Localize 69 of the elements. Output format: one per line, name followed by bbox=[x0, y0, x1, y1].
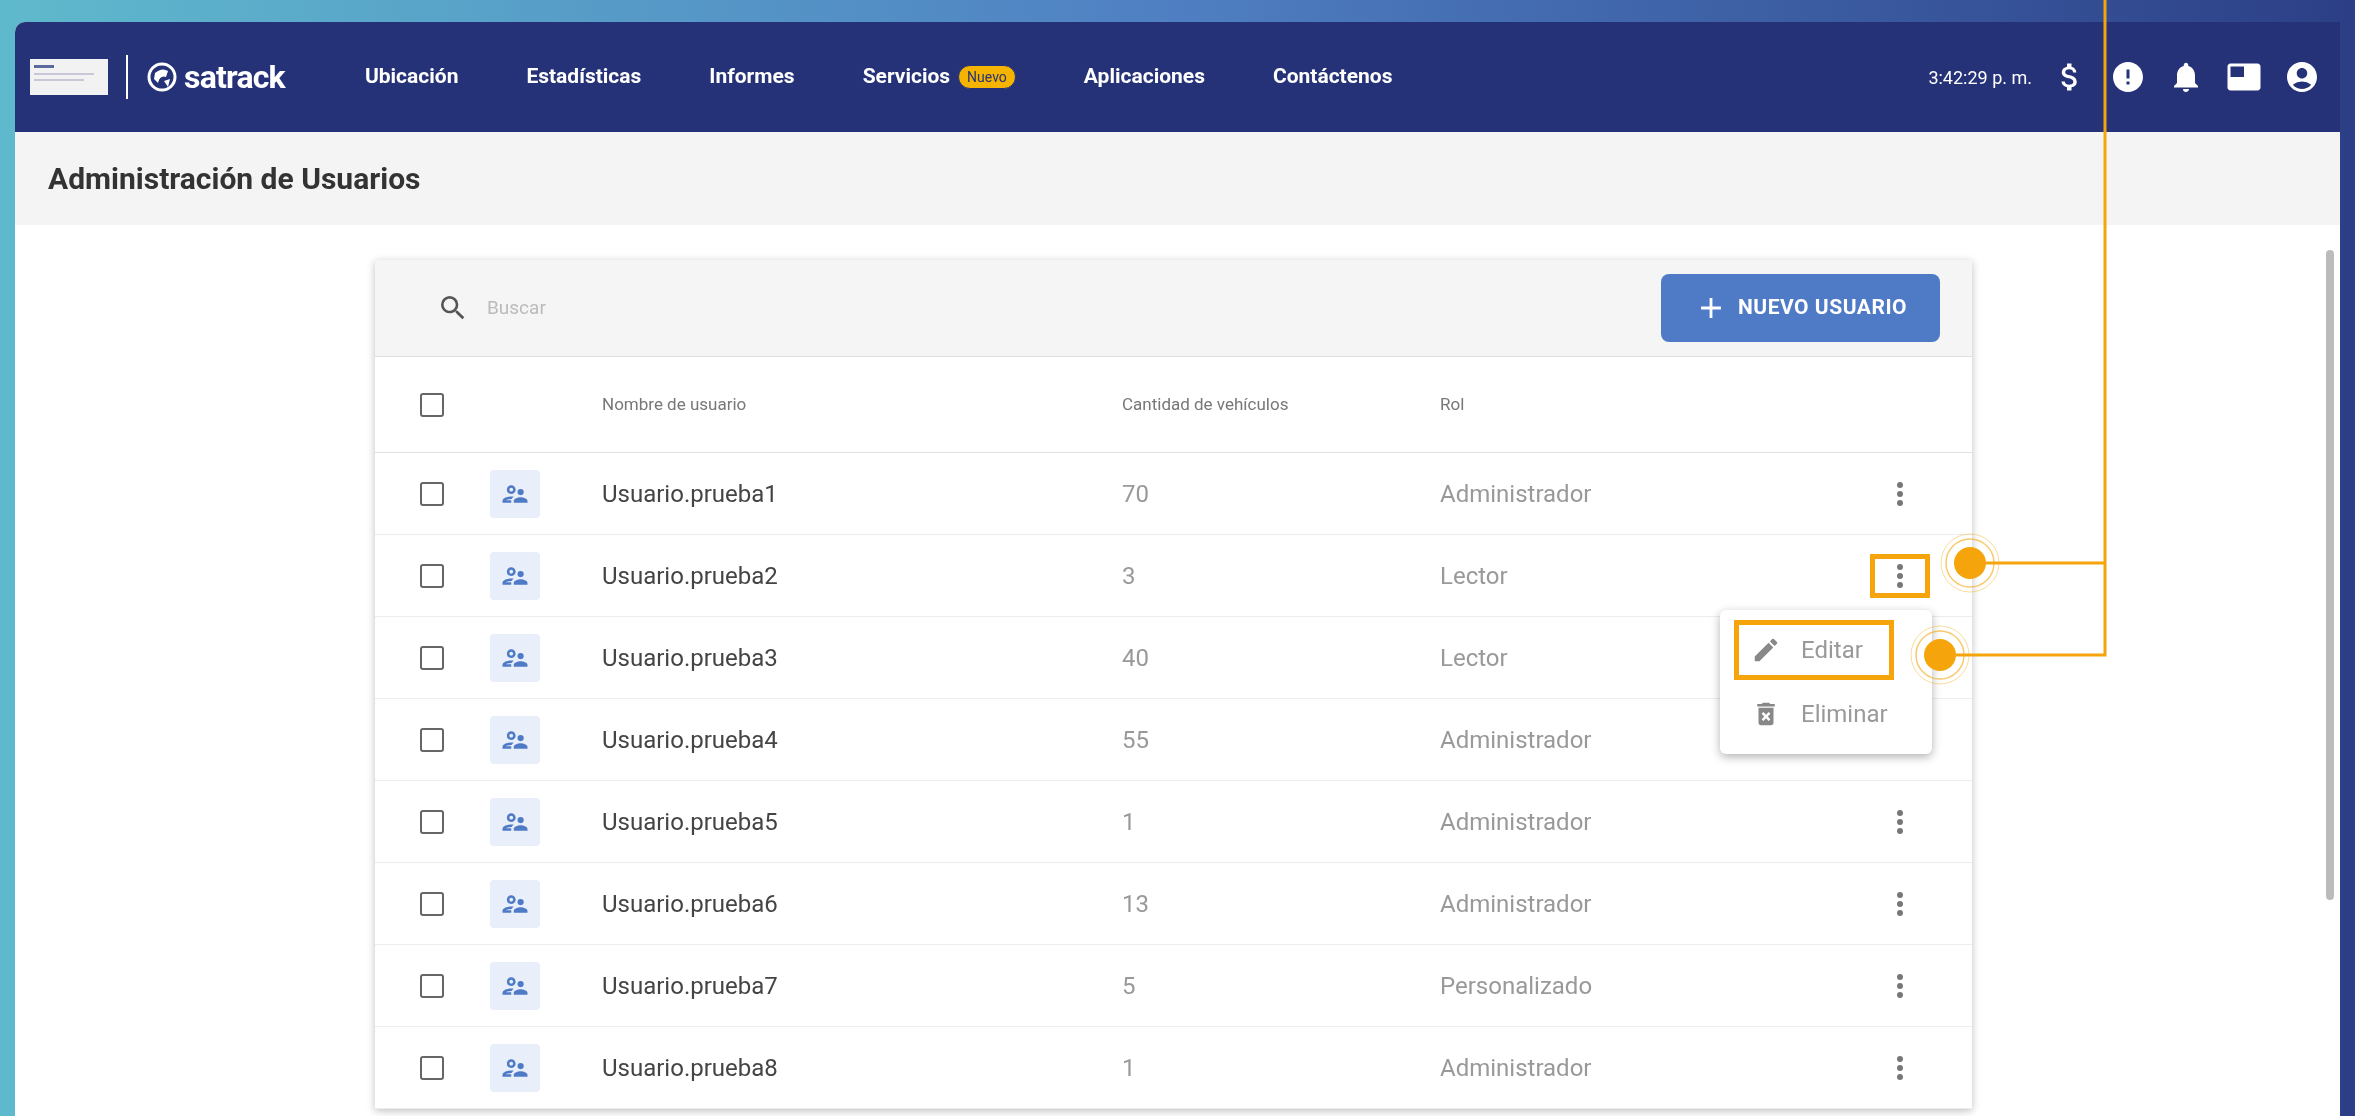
more-options-button[interactable] bbox=[1870, 553, 1930, 598]
checkbox[interactable] bbox=[420, 392, 444, 417]
column-header: Cantidad de vehículos bbox=[1122, 392, 1290, 416]
globe-logo-icon bbox=[146, 61, 178, 93]
table-cell-text: Administrador bbox=[1440, 478, 1592, 510]
table-cell-text: Usuario.prueba7 bbox=[602, 970, 778, 1002]
nav-link[interactable]: Aplicaciones bbox=[1083, 61, 1205, 93]
account-icon[interactable] bbox=[2284, 59, 2320, 95]
table-cell-text: Usuario.prueba6 bbox=[602, 888, 778, 920]
nav-link[interactable]: Ubicación bbox=[364, 61, 459, 93]
table-cell-text: Administrador bbox=[1440, 1052, 1592, 1084]
page-title: Administración de Usuarios bbox=[48, 160, 421, 198]
table-cell-text: 55 bbox=[1122, 724, 1149, 756]
table-cell-text: 70 bbox=[1122, 478, 1149, 510]
table-cell-text: Administrador bbox=[1440, 724, 1592, 756]
checkbox[interactable] bbox=[420, 563, 444, 588]
table-cell-text: 3 bbox=[1122, 560, 1136, 592]
checkbox[interactable] bbox=[420, 809, 444, 834]
table-cell-text: 1 bbox=[1122, 1052, 1136, 1084]
table-cell-text: Usuario.prueba2 bbox=[602, 560, 778, 592]
table-cell-text: Lector bbox=[1440, 642, 1508, 674]
kebab-icon bbox=[1896, 562, 1904, 589]
search-field[interactable]: Buscar bbox=[487, 293, 1087, 323]
table-cell-text: 13 bbox=[1122, 888, 1149, 920]
table-cell-text: Usuario.prueba1 bbox=[602, 478, 778, 510]
kebab-icon bbox=[1896, 972, 1904, 999]
table-cell-text: Administrador bbox=[1440, 888, 1592, 920]
checkbox[interactable] bbox=[420, 727, 444, 752]
checkbox[interactable] bbox=[420, 1055, 444, 1080]
logo-image-icon bbox=[30, 59, 108, 95]
user-group-icon bbox=[490, 879, 540, 928]
checkbox[interactable] bbox=[420, 973, 444, 998]
new-badge: Nuevo bbox=[958, 65, 1016, 89]
table-cell-text: Lector bbox=[1440, 560, 1508, 592]
clock-time: 3:42:29 p. m. bbox=[1928, 65, 2032, 90]
callout-dot bbox=[1910, 625, 1970, 685]
nav-link[interactable]: Informes bbox=[709, 61, 795, 93]
kebab-icon bbox=[1896, 1054, 1904, 1081]
nav-link[interactable]: Servicios bbox=[862, 61, 951, 93]
table-cell-text: Usuario.prueba5 bbox=[602, 806, 778, 838]
user-group-icon bbox=[490, 797, 540, 846]
table-cell-text: Usuario.prueba3 bbox=[602, 642, 778, 674]
user-group-icon bbox=[490, 633, 540, 682]
callout-dot bbox=[1940, 533, 2000, 593]
table-cell-text: 1 bbox=[1122, 806, 1136, 838]
user-group-icon bbox=[490, 469, 540, 518]
checkbox[interactable] bbox=[420, 645, 444, 670]
nav-link[interactable]: Contáctenos bbox=[1272, 61, 1393, 93]
user-group-icon bbox=[490, 551, 540, 600]
checkbox[interactable] bbox=[420, 891, 444, 916]
table-cell-text: 5 bbox=[1122, 970, 1136, 1002]
checkbox[interactable] bbox=[420, 481, 444, 506]
nav-link[interactable]: Estadísticas bbox=[526, 61, 642, 93]
new-user-button[interactable]: NUEVO USUARIO bbox=[1661, 274, 1940, 342]
kebab-icon bbox=[1896, 808, 1904, 835]
kebab-icon bbox=[1896, 480, 1904, 507]
alert-icon[interactable] bbox=[2110, 59, 2146, 95]
column-header: Rol bbox=[1440, 392, 1466, 416]
user-group-icon bbox=[490, 961, 540, 1010]
user-group-icon bbox=[490, 715, 540, 764]
column-header: Nombre de usuario bbox=[602, 392, 748, 416]
brand-name: satrack bbox=[184, 57, 285, 98]
table-cell-text: Usuario.prueba4 bbox=[602, 724, 778, 756]
kebab-icon bbox=[1896, 890, 1904, 917]
table-cell-text: 40 bbox=[1122, 642, 1149, 674]
table-cell-text: Usuario.prueba8 bbox=[602, 1052, 778, 1084]
table-cell-text: Personalizado bbox=[1440, 970, 1593, 1002]
table-cell-text: Administrador bbox=[1440, 806, 1592, 838]
user-group-icon bbox=[490, 1043, 540, 1092]
